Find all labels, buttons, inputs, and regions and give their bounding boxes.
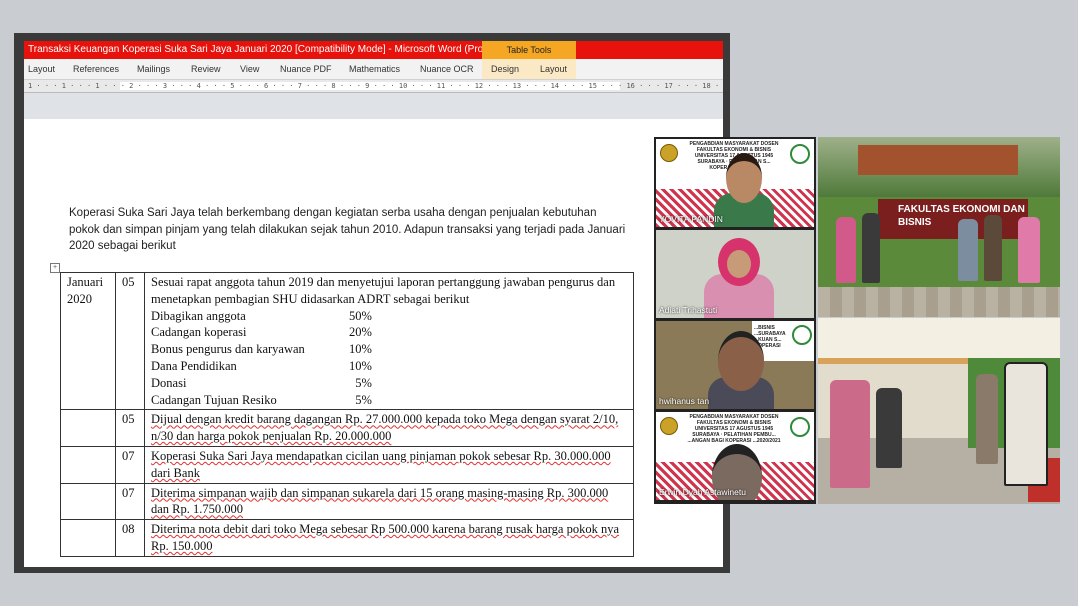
participant-tile[interactable]: Adiati Trihastuti [656,230,814,318]
faculty-sign: FAKULTAS EKONOMI DAN BISNIS [878,199,1028,239]
ribbon-tabs: Layout References Mailings Review View N… [24,59,723,80]
paving-ground [818,287,1060,317]
alloc-row: Bonus pengurus dan karyawan 10% [151,341,627,358]
alloc-pct: 50% [349,308,372,323]
participant-name: Adiati Trihastuti [659,305,718,315]
alloc-row: Cadangan koperasi 20% [151,324,627,341]
window-title: Transaksi Keuangan Koperasi Suka Sari Ja… [28,44,525,55]
alloc-row: Donasi 5% [151,375,627,392]
person [862,213,880,283]
tab-mathematics[interactable]: Mathematics [349,64,400,74]
alloc-pct: 5% [349,375,372,390]
description-cell[interactable]: Diterima nota debit dari toko Mega sebes… [144,519,634,557]
event-banner: PENGABDIAN MASYARAKAT DOSEN FAKULTAS EKO… [656,412,814,444]
transaction-table[interactable]: Januari 2020 05 Sesuai rapat anggota tah… [60,271,634,557]
alloc-label: Cadangan koperasi [151,325,247,340]
date-cell[interactable] [60,519,116,557]
tab-layout[interactable]: Layout [28,64,55,74]
koperasi-logo-icon [790,417,810,437]
date-cell[interactable]: Januari 2020 [60,271,116,411]
word-app: Transaksi Keuangan Koperasi Suka Sari Ja… [24,41,723,567]
word-window: Transaksi Keuangan Koperasi Suka Sari Ja… [14,33,730,573]
group-photo-faculty-sign: FAKULTAS EKONOMI DAN BISNIS [818,137,1060,317]
video-participant-grid: PENGABDIAN MASYARAKAT DOSEN FAKULTAS EKO… [654,137,816,504]
tab-references[interactable]: References [73,64,119,74]
person [1004,362,1048,486]
participant-tile[interactable]: PENGABDIAN MASYARAKAT DOSEN FAKULTAS EKO… [656,139,814,227]
description-cell[interactable]: Sesuai rapat anggota tahun 2019 dan meny… [144,271,634,411]
date-month: Januari [67,275,104,289]
alloc-label: Cadangan Tujuan Resiko [151,392,277,407]
tab-mailings[interactable]: Mailings [137,64,170,74]
alloc-pct: 5% [349,392,372,407]
table-row[interactable]: 05 Dijual dengan kredit barang dagangan … [60,409,634,447]
person [1018,217,1040,283]
person [830,380,870,488]
table-row[interactable]: 07 Diterima simpanan wajib dan simpanan … [60,482,634,521]
day-cell[interactable]: 07 [115,445,145,484]
participant-name: hwihanus tan [659,396,710,406]
banner-text: PENGABDIAN MASYARAKAT DOSEN FAKULTAS EKO… [687,414,781,444]
person [876,388,902,468]
table-move-handle-icon[interactable]: + [50,263,60,273]
participant-name: Erwin Dyah Astawinetu [659,487,746,497]
participant-name: YOVITA PANDIN [659,214,723,224]
alloc-label: Dana Pendidikan [151,358,237,373]
corridor-photo [818,318,1060,504]
day-cell[interactable]: 05 [115,409,145,447]
university-logo-icon [660,417,678,435]
document-background [24,93,723,119]
tab-review[interactable]: Review [191,64,221,74]
table-row[interactable]: 07 Koperasi Suka Sari Jaya mendapatkan c… [60,445,634,484]
alloc-pct: 10% [349,342,372,357]
building-roof [858,145,1018,175]
description-text: Sesuai rapat anggota tahun 2019 dan meny… [151,275,616,306]
university-logo-icon [660,144,678,162]
person [984,215,1002,281]
tab-table-layout[interactable]: Layout [540,64,567,74]
koperasi-logo-icon [792,325,812,345]
person [958,219,978,281]
date-cell[interactable] [60,445,116,484]
alloc-label: Bonus pengurus dan karyawan [151,342,305,357]
date-year: 2020 [67,291,92,306]
participant-tile[interactable]: ...BISNIS ...SURABAYA ...KUAN S... ...OP… [656,321,814,409]
alloc-label: Dibagikan anggota [151,308,246,323]
participant-face [718,331,764,391]
day-cell[interactable]: 07 [115,482,145,521]
alloc-row: Dana Pendidikan 10% [151,358,627,375]
table-row[interactable]: 08 Diterima nota debit dari toko Mega se… [60,519,634,557]
tab-nuance-pdf[interactable]: Nuance PDF [280,64,332,74]
participant-face [726,153,762,203]
alloc-row: Dibagikan anggota 50% [151,308,627,325]
title-bar: Transaksi Keuangan Koperasi Suka Sari Ja… [24,41,723,59]
description-cell[interactable]: Dijual dengan kredit barang dagangan Rp.… [144,409,634,447]
alloc-pct: 10% [349,358,372,373]
table-row[interactable]: Januari 2020 05 Sesuai rapat anggota tah… [60,271,634,411]
participant-tile[interactable]: PENGABDIAN MASYARAKAT DOSEN FAKULTAS EKO… [656,412,814,500]
alloc-label: Donasi [151,375,187,390]
koperasi-logo-icon [790,144,810,164]
alloc-row: Cadangan Tujuan Resiko 5% [151,392,627,409]
date-cell[interactable] [60,409,116,447]
intro-paragraph[interactable]: Koperasi Suka Sari Jaya telah berkembang… [69,205,629,255]
description-cell[interactable]: Koperasi Suka Sari Jaya mendapatkan cici… [144,445,634,484]
table-tools-context-tab[interactable]: Table Tools [482,41,576,59]
person [976,374,998,464]
day-cell[interactable]: 05 [115,271,145,411]
tab-nuance-ocr[interactable]: Nuance OCR [420,64,474,74]
alloc-pct: 20% [349,325,372,340]
day-cell[interactable]: 08 [115,519,145,557]
person [836,217,856,283]
description-cell[interactable]: Diterima simpanan wajib dan simpanan suk… [144,482,634,521]
tab-design[interactable]: Design [491,64,519,74]
tab-view[interactable]: View [240,64,259,74]
participant-face [727,250,751,278]
date-cell[interactable] [60,482,116,521]
ruler-marks: 1 · · · 1 · · · 1 · · · 2 · · · 3 · · · … [28,82,723,90]
horizontal-ruler[interactable]: 1 · · · 1 · · · 1 · · · 2 · · · 3 · · · … [24,80,723,93]
